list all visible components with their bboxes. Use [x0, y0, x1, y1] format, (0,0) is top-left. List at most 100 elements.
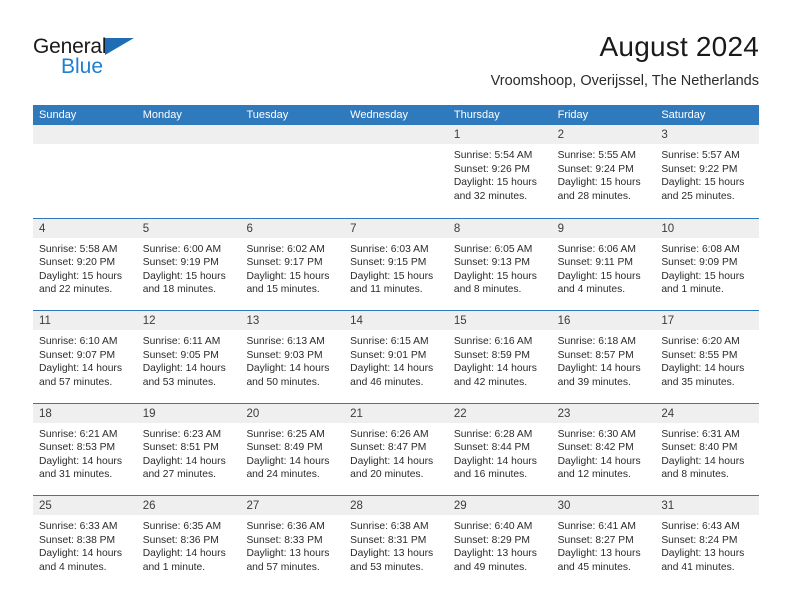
title-block: August 2024 Vroomshoop, Overijssel, The …: [491, 30, 759, 90]
day-number-band: 25: [33, 496, 137, 515]
weekday-header-friday: Friday: [557, 109, 589, 121]
day-number-band: 17: [655, 311, 760, 330]
day-number: 23: [557, 407, 571, 420]
day-detail-line: Sunset: 8:29 PM: [453, 534, 531, 546]
day-detail-line: and 39 minutes.: [557, 376, 631, 388]
day-number-band: [33, 125, 137, 144]
day-details: Sunrise: 6:03 AM Sunset: 9:15 PM Daylight:…: [344, 238, 448, 297]
day-detail-line: Sunrise: 6:16 AM: [453, 336, 533, 347]
day-detail-line: Sunrise: 6:03 AM: [350, 243, 429, 255]
day-details: Sunrise: 6:08 AM Sunset: 9:09 PM Daylight:…: [655, 238, 759, 297]
day-detail-line: and 42 minutes.: [453, 376, 528, 388]
day-number: 4: [39, 222, 46, 235]
day-number-band: 8: [447, 218, 552, 238]
day-detail-line: Sunrise: 6:13 AM: [246, 336, 325, 347]
day-detail-line: Daylight: 14 hours: [142, 455, 226, 467]
day-cell-18[interactable]: 18 Sunrise: 6:21 AM Sunset: 8:53 PM Dayligh…: [33, 403, 137, 495]
day-detail-line: Sunset: 8:53 PM: [39, 442, 116, 454]
day-detail-line: and 15 minutes.: [246, 284, 320, 296]
day-cell-27[interactable]: 27 Sunrise: 6:36 AM Sunset: 8:33 PM Dayligh…: [240, 496, 345, 588]
day-cell-5[interactable]: 5 Sunrise: 6:00 AM Sunset: 9:19 PM Daylight…: [136, 218, 241, 310]
day-detail-line: Sunset: 9:11 PM: [557, 257, 633, 269]
day-number: 21: [350, 407, 363, 420]
day-number-band: 24: [655, 403, 760, 423]
day-cell-16[interactable]: 16 Sunrise: 6:18 AM Sunset: 8:57 PM Dayligh…: [551, 311, 656, 403]
day-number-band: 7: [344, 218, 448, 238]
day-detail-line: Daylight: 15 hours: [661, 177, 745, 189]
day-cell-30[interactable]: 30 Sunrise: 6:41 AM Sunset: 8:27 PM Dayligh…: [551, 496, 656, 588]
day-detail-line: Sunrise: 6:20 AM: [661, 336, 740, 347]
day-cell-26[interactable]: 26 Sunrise: 6:35 AM Sunset: 8:36 PM Dayligh…: [136, 496, 241, 588]
day-number: 15: [453, 315, 467, 327]
day-cell-11[interactable]: 11 Sunrise: 6:10 AM Sunset: 9:07 PM Dayligh…: [33, 311, 137, 403]
day-cell-17[interactable]: 17 Sunrise: 6:20 AM Sunset: 8:55 PM Dayligh…: [655, 311, 760, 403]
day-detail-line: Sunset: 8:42 PM: [557, 442, 634, 454]
day-cell-25[interactable]: 25 Sunrise: 6:33 AM Sunset: 8:38 PM Dayligh…: [33, 496, 137, 588]
day-cell-20[interactable]: 20 Sunrise: 6:25 AM Sunset: 8:49 PM Dayligh…: [240, 403, 345, 495]
day-cell-29[interactable]: 29 Sunrise: 6:40 AM Sunset: 8:29 PM Dayligh…: [447, 496, 552, 588]
day-detail-line: Daylight: 14 hours: [142, 548, 226, 560]
day-detail-line: Sunset: 8:51 PM: [142, 442, 219, 454]
day-number: 9: [557, 222, 564, 235]
day-cell-31[interactable]: 31 Sunrise: 6:43 AM Sunset: 8:24 PM Dayligh…: [655, 496, 760, 588]
day-cell-15[interactable]: 15 Sunrise: 6:16 AM Sunset: 8:59 PM Dayligh…: [447, 311, 552, 403]
day-detail-line: and 1 minute.: [142, 561, 206, 573]
day-detail-line: Sunrise: 6:23 AM: [142, 428, 222, 440]
day-cell-10[interactable]: 10 Sunrise: 6:08 AM Sunset: 9:09 PM Dayligh…: [655, 218, 760, 310]
day-details: Sunrise: 6:10 AM Sunset: 9:07 PM Daylight:…: [33, 330, 137, 389]
day-details: Sunrise: 6:16 AM Sunset: 8:59 PM Daylight:…: [448, 330, 552, 389]
day-cell-23[interactable]: 23 Sunrise: 6:30 AM Sunset: 8:42 PM Dayligh…: [551, 403, 656, 495]
day-detail-line: and 27 minutes.: [142, 469, 216, 481]
day-number-band: 28: [344, 496, 448, 515]
day-cell-13[interactable]: 13 Sunrise: 6:13 AM Sunset: 9:03 PM Dayligh…: [240, 311, 345, 403]
day-detail-line: Sunset: 9:26 PM: [453, 163, 531, 175]
day-detail-line: Sunrise: 6:30 AM: [557, 428, 637, 440]
day-detail-line: Sunrise: 6:43 AM: [661, 521, 740, 532]
day-cell-19[interactable]: 19 Sunrise: 6:23 AM Sunset: 8:51 PM Dayligh…: [136, 403, 241, 495]
day-cell-1[interactable]: 1 Sunrise: 5:54 AM Sunset: 9:26 PM Daylight…: [447, 125, 552, 218]
day-detail-line: Sunset: 8:55 PM: [661, 349, 738, 361]
day-detail-line: and 46 minutes.: [350, 376, 424, 388]
day-cell-9[interactable]: 9 Sunrise: 6:06 AM Sunset: 9:11 PM Daylight…: [551, 218, 656, 310]
day-detail-line: Sunrise: 6:11 AM: [142, 336, 221, 347]
day-number: 29: [453, 500, 467, 512]
day-detail-line: Sunrise: 6:02 AM: [246, 243, 325, 255]
day-detail-line: Sunset: 8:44 PM: [453, 442, 531, 454]
day-detail-line: and 57 minutes.: [39, 376, 113, 388]
day-number-band: 21: [344, 403, 448, 423]
day-cell-22[interactable]: 22 Sunrise: 6:28 AM Sunset: 8:44 PM Dayligh…: [447, 403, 552, 495]
day-cell-12[interactable]: 12 Sunrise: 6:11 AM Sunset: 9:05 PM Dayligh…: [136, 311, 241, 403]
day-cell-7[interactable]: 7 Sunrise: 6:03 AM Sunset: 9:15 PM Daylight…: [344, 218, 448, 310]
page-title: August 2024: [599, 31, 759, 62]
day-detail-line: Daylight: 13 hours: [661, 548, 745, 560]
day-detail-line: and 53 minutes.: [350, 561, 424, 573]
day-details: Sunrise: 6:02 AM Sunset: 9:17 PM Daylight:…: [240, 238, 344, 297]
day-cell-21[interactable]: 21 Sunrise: 6:26 AM Sunset: 8:47 PM Dayligh…: [344, 403, 448, 495]
general-blue-logo[interactable]: General Blue: [33, 35, 163, 85]
day-number-band: 3: [655, 125, 760, 144]
day-cell-24[interactable]: 24 Sunrise: 6:31 AM Sunset: 8:40 PM Dayligh…: [655, 403, 760, 495]
day-cell-28[interactable]: 28 Sunrise: 6:38 AM Sunset: 8:31 PM Dayligh…: [344, 496, 448, 588]
day-cell-empty: [33, 125, 137, 218]
day-detail-line: Sunrise: 5:55 AM: [557, 150, 637, 161]
day-cell-6[interactable]: 6 Sunrise: 6:02 AM Sunset: 9:17 PM Daylight…: [240, 218, 345, 310]
day-detail-line: Daylight: 13 hours: [557, 548, 641, 560]
day-detail-line: Sunrise: 6:21 AM: [39, 428, 118, 440]
day-detail-line: Sunset: 8:27 PM: [557, 534, 634, 546]
day-number-band: 2: [551, 125, 656, 144]
day-detail-line: Sunset: 9:13 PM: [453, 257, 531, 269]
weekday-header-saturday: Saturday: [661, 109, 706, 121]
page-header: General Blue August 2024 Vroomshoop, Ove…: [33, 30, 759, 100]
day-number-band: 31: [655, 496, 760, 515]
day-cell-8[interactable]: 8 Sunrise: 6:05 AM Sunset: 9:13 PM Daylight…: [447, 218, 552, 310]
page-subtitle: Vroomshoop, Overijssel, The Netherlands: [490, 73, 759, 89]
day-detail-line: Sunset: 8:31 PM: [350, 534, 427, 546]
day-cell-3[interactable]: 3 Sunrise: 5:57 AM Sunset: 9:22 PM Daylight…: [655, 125, 760, 218]
day-cell-2[interactable]: 2 Sunrise: 5:55 AM Sunset: 9:24 PM Daylight…: [551, 125, 656, 218]
day-detail-line: Daylight: 14 hours: [246, 455, 330, 467]
day-number: 24: [661, 407, 675, 420]
day-detail-line: Sunrise: 6:25 AM: [246, 428, 325, 440]
day-cell-14[interactable]: 14 Sunrise: 6:15 AM Sunset: 9:01 PM Dayligh…: [344, 311, 448, 403]
day-detail-line: Sunrise: 6:40 AM: [453, 521, 533, 532]
day-cell-4[interactable]: 4 Sunrise: 5:58 AM Sunset: 9:20 PM Daylight…: [33, 218, 137, 310]
